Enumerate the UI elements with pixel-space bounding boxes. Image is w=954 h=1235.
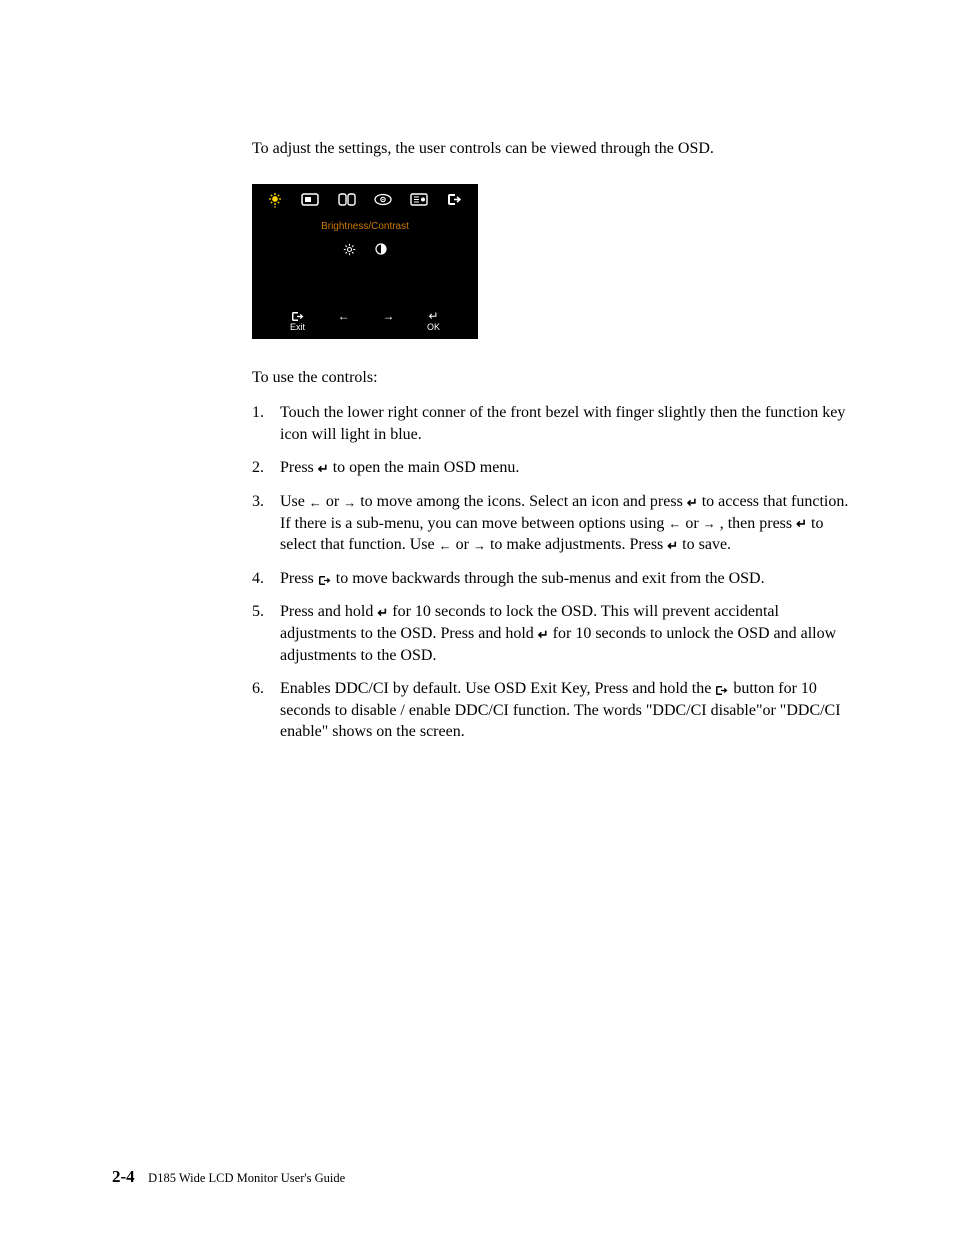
step-2-text-b: to open the main OSD menu. [329,459,520,476]
step-3-b: or [322,493,343,510]
step-3-e: or [681,515,702,532]
step-3: Use ← or → to move among the icons. Sele… [252,491,852,556]
image-properties-icon [374,193,392,206]
exit-arrow-icon [318,573,332,586]
step-5: Press and hold ↵ for 10 seconds to lock … [252,601,852,666]
brightness-icon [267,192,283,208]
step-1-text: Touch the lower right conner of the fron… [280,404,845,443]
osd-left-button: ← [338,310,350,333]
contrast-sub-icon [375,242,387,256]
enter-icon: ↵ [318,462,329,475]
intro-text: To adjust the settings, the user control… [252,138,852,160]
step-2-text-a: Press [280,459,318,476]
enter-icon: ↵ [687,496,698,509]
exit-arrow-icon [291,310,305,323]
exit-icon [447,193,463,206]
footer-title: D185 Wide LCD Monitor User's Guide [148,1171,345,1185]
step-3-i: to make adjustments. Press [486,536,667,553]
controls-heading: To use the controls: [252,367,852,389]
osd-right-button: → [382,310,394,333]
image-setup-icon [338,193,356,206]
osd-screenshot: Brightness/Contrast Exit ← → [252,184,478,339]
osd-ok-button: ↵ OK [427,310,440,333]
page: To adjust the settings, the user control… [0,0,954,1235]
content-area: To adjust the settings, the user control… [252,138,852,755]
position-icon [301,193,319,206]
right-arrow-icon: → [703,517,716,530]
osd-exit-button: Exit [290,310,305,333]
enter-icon: ↵ [538,628,549,641]
step-2: Press ↵ to open the main OSD menu. [252,457,852,479]
left-arrow-icon: ← [439,539,452,552]
osd-top-row [252,192,478,208]
enter-icon: ↵ [377,606,388,619]
step-3-h: or [452,536,473,553]
osd-exit-label: Exit [290,323,305,333]
left-arrow-icon: ← [668,517,681,530]
osd-ok-label: OK [427,323,440,333]
step-4-b: to move backwards through the sub-menus … [332,570,765,587]
step-5-a: Press and hold [280,603,377,620]
osd-sub-icons [252,238,478,260]
step-4: Press to move backwards through the sub-… [252,568,852,590]
step-6-a: Enables DDC/CI by default. Use OSD Exit … [280,680,715,697]
step-3-c: to move among the icons. Select an icon … [356,493,687,510]
step-1: Touch the lower right conner of the fron… [252,402,852,445]
step-3-a: Use [280,493,309,510]
options-icon [410,193,428,206]
step-4-a: Press [280,570,318,587]
right-arrow-icon: → [343,496,356,509]
brightness-sub-icon [343,242,359,256]
step-3-f: , then press [716,515,796,532]
osd-title: Brightness/Contrast [252,220,478,234]
step-6: Enables DDC/CI by default. Use OSD Exit … [252,678,852,743]
osd-bottom-row: Exit ← → ↵ OK [252,310,478,333]
exit-arrow-icon [715,683,729,696]
steps-list: Touch the lower right conner of the fron… [252,402,852,743]
page-number: 2-4 [112,1167,135,1186]
enter-icon: ↵ [667,539,678,552]
step-3-j: to save. [678,536,731,553]
page-footer: 2-4 D185 Wide LCD Monitor User's Guide [112,1167,345,1187]
right-arrow-icon: → [473,539,486,552]
enter-icon: ↵ [796,517,807,530]
left-arrow-icon: ← [309,496,322,509]
